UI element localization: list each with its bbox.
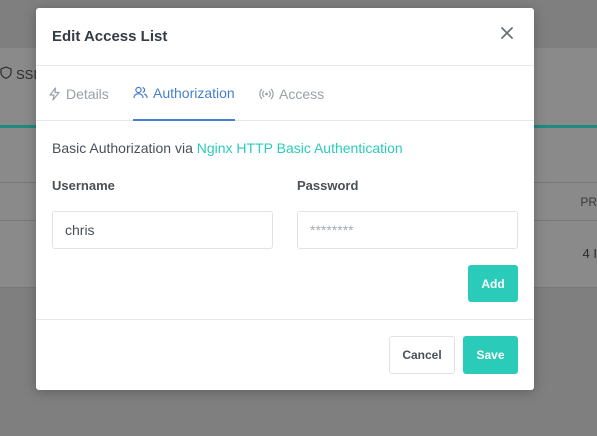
save-button[interactable]: Save bbox=[463, 336, 518, 374]
cancel-button[interactable]: Cancel bbox=[389, 336, 455, 374]
tab-authorization[interactable]: Authorization bbox=[133, 66, 235, 121]
username-label: Username bbox=[52, 178, 115, 193]
background-tab-ssl: SSI bbox=[0, 66, 37, 82]
tab-access[interactable]: Access bbox=[259, 66, 324, 121]
bolt-icon bbox=[48, 86, 61, 101]
password-label: Password bbox=[297, 178, 359, 193]
edit-access-list-dialog: Edit Access List Details Authorization A… bbox=[36, 8, 534, 390]
tab-access-label: Access bbox=[279, 85, 325, 102]
modal-title: Edit Access List bbox=[52, 28, 168, 45]
broadcast-icon bbox=[259, 88, 274, 100]
footer-divider bbox=[36, 319, 534, 320]
tab-details-label: Details bbox=[66, 85, 109, 102]
username-input[interactable] bbox=[52, 211, 273, 249]
password-input[interactable] bbox=[297, 211, 518, 249]
tab-details[interactable]: Details bbox=[48, 66, 109, 121]
authorization-description: Basic Authorization via Nginx HTTP Basic… bbox=[52, 140, 403, 156]
close-button[interactable] bbox=[496, 24, 518, 46]
users-icon bbox=[133, 86, 148, 99]
background-tab-ssl-label: SSI bbox=[16, 66, 37, 82]
modal-tabs: Details Authorization Access bbox=[36, 66, 534, 121]
shield-icon bbox=[0, 66, 12, 82]
description-text: Basic Authorization via bbox=[52, 140, 197, 156]
close-icon bbox=[501, 26, 513, 44]
modal-header: Edit Access List bbox=[36, 8, 534, 66]
tab-authorization-label: Authorization bbox=[153, 84, 235, 101]
nginx-auth-link[interactable]: Nginx HTTP Basic Authentication bbox=[197, 140, 403, 156]
add-button[interactable]: Add bbox=[468, 265, 518, 302]
background-cell: 4 I bbox=[582, 246, 597, 261]
background-column-header: PR bbox=[580, 195, 597, 209]
